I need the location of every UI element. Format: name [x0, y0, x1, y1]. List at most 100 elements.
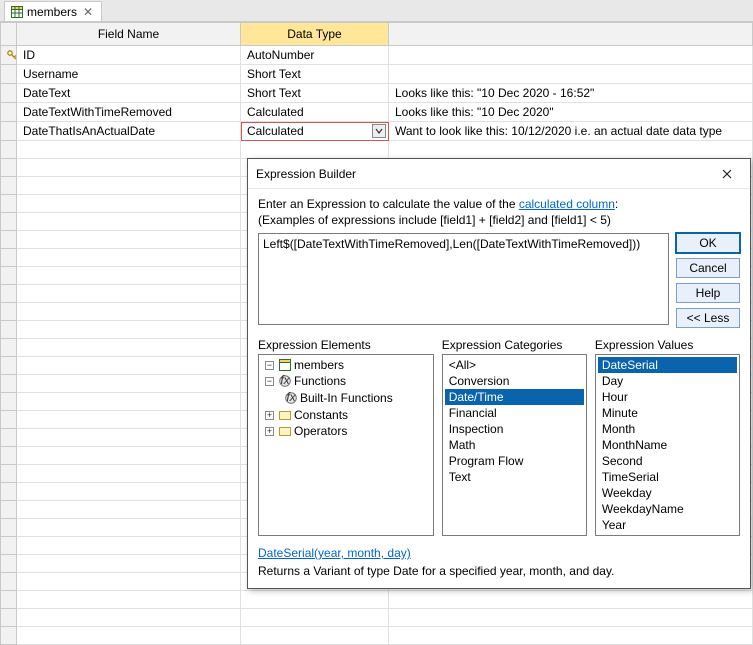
field-name-cell[interactable]: [17, 519, 241, 537]
tree-node-operators[interactable]: + Operators: [261, 423, 431, 439]
categories-pane[interactable]: <All>ConversionDate/TimeFinancialInspect…: [442, 354, 587, 536]
values-pane[interactable]: DateSerialDayHourMinuteMonthMonthNameSec…: [595, 354, 740, 536]
row-selector[interactable]: [1, 375, 17, 393]
row-selector[interactable]: [1, 537, 17, 555]
collapse-icon[interactable]: −: [265, 361, 274, 370]
value-item[interactable]: Weekday: [598, 485, 737, 501]
row-selector[interactable]: [1, 501, 17, 519]
row-selector[interactable]: [1, 465, 17, 483]
row-selector[interactable]: [1, 177, 17, 195]
field-name-cell[interactable]: [17, 339, 241, 357]
row-selector[interactable]: [1, 122, 17, 141]
field-name-cell[interactable]: [17, 393, 241, 411]
field-name-cell[interactable]: [17, 375, 241, 393]
data-type-cell[interactable]: Calculated: [241, 103, 389, 122]
tree-node-functions[interactable]: − fx Functions: [261, 373, 431, 389]
field-name-cell[interactable]: [17, 285, 241, 303]
field-name-cell[interactable]: DateText: [17, 84, 241, 103]
field-name-cell[interactable]: [17, 141, 241, 159]
expand-icon[interactable]: +: [265, 411, 274, 420]
row-selector[interactable]: [1, 573, 17, 591]
category-item[interactable]: Math: [445, 437, 584, 453]
row-selector[interactable]: [1, 591, 17, 609]
category-item[interactable]: Financial: [445, 405, 584, 421]
close-icon[interactable]: ✕: [81, 5, 95, 19]
data-type-cell[interactable]: AutoNumber: [241, 46, 389, 65]
value-item[interactable]: MonthName: [598, 437, 737, 453]
collapse-icon[interactable]: −: [265, 377, 274, 386]
row-selector[interactable]: [1, 429, 17, 447]
field-name-cell[interactable]: [17, 249, 241, 267]
field-name-cell[interactable]: [17, 447, 241, 465]
row-selector[interactable]: [1, 65, 17, 84]
signature-link[interactable]: DateSerial(year, month, day): [258, 546, 411, 560]
field-name-cell[interactable]: Username: [17, 65, 241, 84]
row-selector[interactable]: [1, 195, 17, 213]
description-cell[interactable]: Want to look like this: 10/12/2020 i.e. …: [389, 122, 753, 141]
value-item[interactable]: WeekdayName: [598, 501, 737, 517]
cancel-button[interactable]: Cancel: [676, 258, 740, 278]
field-name-cell[interactable]: [17, 555, 241, 573]
row-selector[interactable]: [1, 285, 17, 303]
value-item[interactable]: DateSerial: [598, 357, 737, 373]
data-type-cell[interactable]: [241, 141, 389, 159]
dialog-titlebar[interactable]: Expression Builder: [248, 159, 750, 189]
row-selector[interactable]: [1, 249, 17, 267]
row-selector[interactable]: [1, 411, 17, 429]
dialog-close-button[interactable]: [712, 160, 742, 188]
row-selector[interactable]: [1, 231, 17, 249]
row-selector[interactable]: [1, 46, 17, 65]
data-type-cell[interactable]: Calculated: [241, 122, 389, 141]
description-cell[interactable]: [389, 627, 753, 645]
value-item[interactable]: Day: [598, 373, 737, 389]
field-name-cell[interactable]: [17, 609, 241, 627]
tree-node-members[interactable]: − members: [261, 357, 431, 373]
col-header-datatype[interactable]: Data Type: [241, 23, 389, 46]
field-name-cell[interactable]: [17, 303, 241, 321]
row-selector[interactable]: [1, 159, 17, 177]
row-selector[interactable]: [1, 393, 17, 411]
expression-input[interactable]: [258, 233, 669, 325]
value-item[interactable]: Year: [598, 517, 737, 533]
expand-icon[interactable]: +: [265, 427, 274, 436]
elements-pane[interactable]: − members − fx Functions fx Bu: [258, 354, 434, 536]
field-name-cell[interactable]: [17, 537, 241, 555]
row-selector[interactable]: [1, 303, 17, 321]
row-selector[interactable]: [1, 141, 17, 159]
category-item[interactable]: Inspection: [445, 421, 584, 437]
help-button[interactable]: Help: [676, 283, 740, 303]
row-selector[interactable]: [1, 483, 17, 501]
field-name-cell[interactable]: [17, 267, 241, 285]
description-cell[interactable]: [389, 46, 753, 65]
field-name-cell[interactable]: [17, 213, 241, 231]
field-name-cell[interactable]: [17, 429, 241, 447]
category-item[interactable]: Text: [445, 469, 584, 485]
field-name-cell[interactable]: [17, 411, 241, 429]
field-name-cell[interactable]: [17, 177, 241, 195]
row-selector[interactable]: [1, 103, 17, 122]
description-cell[interactable]: [389, 141, 753, 159]
row-selector[interactable]: [1, 339, 17, 357]
field-name-cell[interactable]: [17, 465, 241, 483]
data-type-cell[interactable]: [241, 609, 389, 627]
row-selector[interactable]: [1, 519, 17, 537]
field-name-cell[interactable]: [17, 483, 241, 501]
field-name-cell[interactable]: [17, 159, 241, 177]
row-selector[interactable]: [1, 357, 17, 375]
table-tab-members[interactable]: members ✕: [4, 1, 102, 21]
value-item[interactable]: TimeSerial: [598, 469, 737, 485]
less-button[interactable]: << Less: [676, 308, 740, 328]
data-type-cell[interactable]: [241, 627, 389, 645]
row-selector[interactable]: [1, 213, 17, 231]
row-selector[interactable]: [1, 321, 17, 339]
data-type-cell[interactable]: Short Text: [241, 65, 389, 84]
col-header-fieldname[interactable]: Field Name: [17, 23, 241, 46]
description-cell[interactable]: Looks like this: "10 Dec 2020 - 16:52": [389, 84, 753, 103]
col-header-description[interactable]: [389, 23, 753, 46]
field-name-cell[interactable]: DateThatIsAnActualDate: [17, 122, 241, 141]
datatype-dropdown-button[interactable]: [372, 124, 386, 138]
field-name-cell[interactable]: ID: [17, 46, 241, 65]
description-cell[interactable]: Looks like this: "10 Dec 2020": [389, 103, 753, 122]
value-item[interactable]: Second: [598, 453, 737, 469]
value-item[interactable]: Minute: [598, 405, 737, 421]
